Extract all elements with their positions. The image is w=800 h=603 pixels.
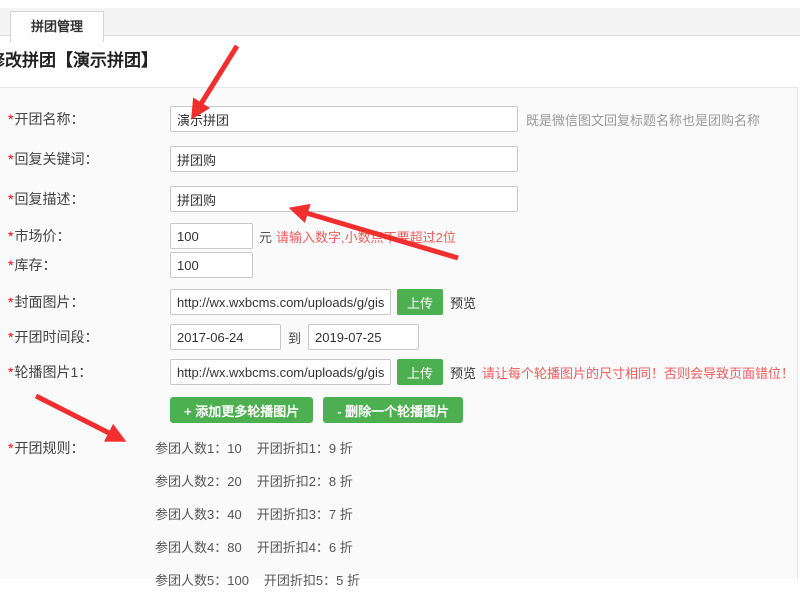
keyword-input[interactable] (170, 146, 518, 172)
name-hint: 既是微信图文回复标题名称也是团购名称 (526, 110, 760, 129)
required-marker: * (8, 257, 13, 273)
tab-group-buy-management[interactable]: 拼团管理 (10, 11, 104, 42)
required-marker: * (8, 364, 13, 380)
cover-url-input[interactable] (170, 289, 391, 315)
carousel-url-input[interactable] (170, 359, 391, 385)
keyword-label: *回复关键词： (8, 149, 170, 169)
required-marker: * (8, 329, 13, 345)
required-marker: * (8, 191, 13, 207)
description-label: *回复描述： (8, 189, 170, 209)
group-buy-admin-page: { "colors": { "button_green": "#4caf50",… (0, 8, 800, 584)
rule-item: 参团人数5：100开团折扣5：5 折 (155, 570, 360, 586)
name-input[interactable] (170, 106, 518, 132)
rule-item: 参团人数4：80开团折扣4：6 折 (155, 537, 360, 553)
price-hint: 请输入数字,小数点不要超过2位 (276, 227, 456, 246)
period-start-input[interactable] (170, 324, 281, 350)
rule-item: 参团人数1：10开团折扣1：9 折 (155, 438, 360, 454)
required-marker: * (8, 440, 13, 456)
price-input[interactable] (170, 223, 253, 249)
period-separator: 到 (288, 328, 301, 347)
form-row-carousel: *轮播图片1： 上传 预览 请让每个轮播图片的尺寸相同！否则会导致页面错位！ (8, 359, 797, 385)
required-marker: * (8, 294, 13, 310)
required-marker: * (8, 111, 13, 127)
required-marker: * (8, 151, 13, 167)
carousel-label: *轮播图片1： (8, 362, 170, 382)
form-row-rules: *开团规则： 参团人数1：10开团折扣1：9 折 参团人数2：20开团折扣2：8… (8, 438, 797, 603)
description-input[interactable] (170, 186, 518, 212)
form-row-description: *回复描述： (8, 186, 797, 212)
period-label: *开团时间段： (8, 327, 170, 347)
required-marker: * (8, 228, 13, 244)
rules-label: *开团规则： (8, 438, 170, 458)
form-row-carousel-actions: + 添加更多轮播图片 - 删除一个轮播图片 (8, 397, 797, 423)
add-carousel-button[interactable]: + 添加更多轮播图片 (170, 397, 313, 423)
cover-upload-button[interactable]: 上传 (397, 289, 443, 315)
rules-list: 参团人数1：10开团折扣1：9 折 参团人数2：20开团折扣2：8 折 参团人数… (155, 438, 360, 603)
form-row-cover: *封面图片： 上传 预览 (8, 289, 797, 315)
page-title: 修改拼团【演示拼团】 (0, 46, 800, 71)
rule-item: 参团人数2：20开团折扣2：8 折 (155, 471, 360, 487)
stock-input[interactable] (170, 252, 253, 278)
stock-label: *库存： (8, 255, 170, 275)
rule-item: 参团人数3：40开团折扣3：7 折 (155, 504, 360, 520)
price-unit: 元 (259, 227, 272, 246)
period-end-input[interactable] (308, 324, 419, 350)
name-label: *开团名称： (8, 109, 170, 129)
form-row-keyword: *回复关键词： (8, 146, 797, 172)
cover-preview-link[interactable]: 预览 (450, 293, 476, 312)
form-row-name: *开团名称： 既是微信图文回复标题名称也是团购名称 (8, 106, 797, 132)
form-row-stock: *库存： (8, 252, 797, 278)
edit-group-buy-form: *开团名称： 既是微信图文回复标题名称也是团购名称 *回复关键词： *回复描述：… (0, 87, 798, 579)
tab-bar: 拼团管理 (0, 8, 800, 36)
cover-label: *封面图片： (8, 292, 170, 312)
form-row-period: *开团时间段： 到 (8, 324, 797, 350)
price-label: *市场价： (8, 226, 170, 246)
remove-carousel-button[interactable]: - 删除一个轮播图片 (323, 397, 463, 423)
carousel-upload-button[interactable]: 上传 (397, 359, 443, 385)
carousel-warning: 请让每个轮播图片的尺寸相同！否则会导致页面错位！ (482, 363, 794, 382)
carousel-preview-link[interactable]: 预览 (450, 363, 476, 382)
form-row-price: *市场价： 元 请输入数字,小数点不要超过2位 (8, 223, 797, 249)
